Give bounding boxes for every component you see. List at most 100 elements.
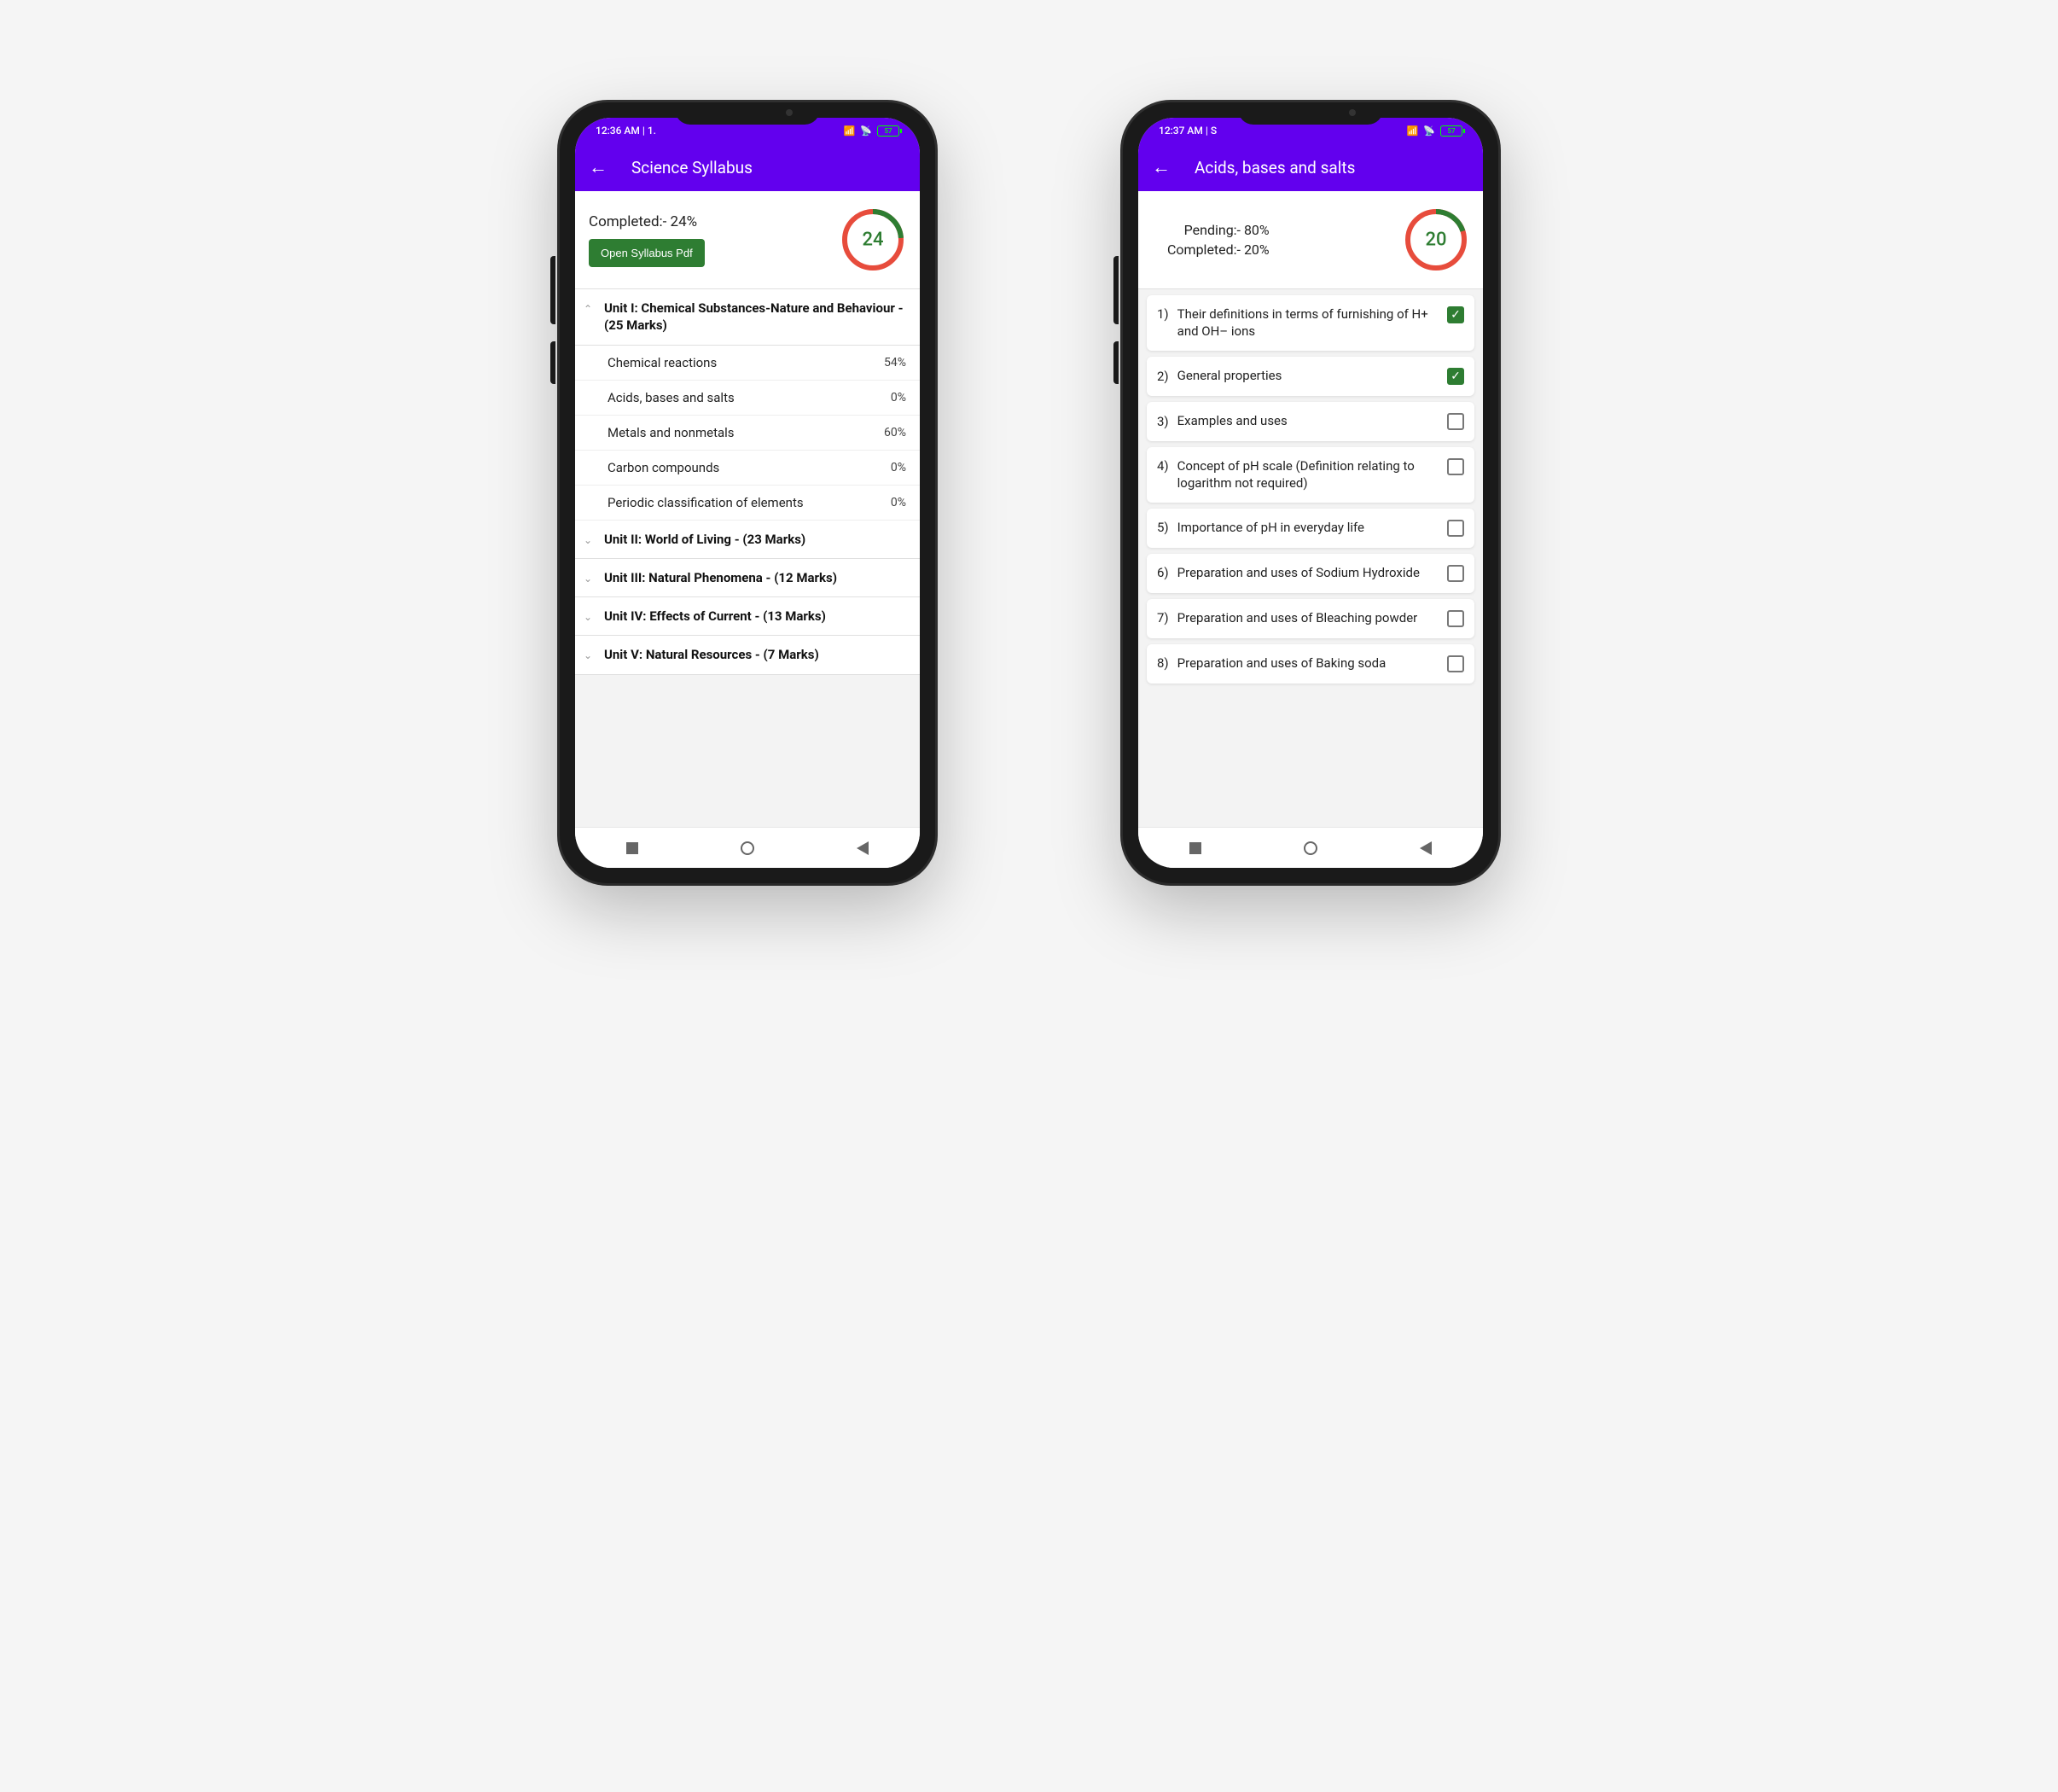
phone-notch (1238, 102, 1383, 125)
topic-checkbox[interactable] (1447, 610, 1464, 627)
topic-checkbox[interactable]: ✓ (1447, 306, 1464, 323)
progress-value: 20 (1425, 230, 1446, 251)
topic-checkbox[interactable]: ✓ (1447, 368, 1464, 385)
topic-card[interactable]: 3) Examples and uses (1147, 402, 1474, 441)
topic-card[interactable]: 5) Importance of pH in everyday life (1147, 509, 1474, 548)
app-title: Acids, bases and salts (1195, 158, 1355, 177)
sub-row[interactable]: Metals and nonmetals 60% (575, 416, 920, 451)
chevron-down-icon: ⌄ (584, 611, 592, 623)
completed-label: Completed:- 20% (1167, 240, 1270, 259)
topic-card[interactable]: 6) Preparation and uses of Sodium Hydroxi… (1147, 554, 1474, 593)
topic-number: 6) (1157, 565, 1169, 580)
topic-text: General properties (1177, 368, 1439, 385)
sub-name: Periodic classification of elements (608, 495, 804, 510)
back-button[interactable]: ← (589, 156, 608, 178)
status-icons-group: 📶 📡 57 (844, 125, 899, 137)
app-title: Science Syllabus (631, 158, 753, 177)
topic-checkbox[interactable] (1447, 565, 1464, 582)
unit-row-4[interactable]: ⌄ Unit IV: Effects of Current - (13 Mark… (575, 597, 920, 636)
unit-title: Unit II: World of Living - (23 Marks) (604, 531, 908, 548)
phone-notch (675, 102, 820, 125)
topic-number: 2) (1157, 369, 1169, 384)
sub-name: Carbon compounds (608, 460, 719, 475)
sub-row[interactable]: Acids, bases and salts 0% (575, 381, 920, 416)
topic-text: Concept of pH scale (Definition relating… (1177, 458, 1439, 492)
sub-row[interactable]: Chemical reactions 54% (575, 346, 920, 381)
topic-checkbox[interactable] (1447, 413, 1464, 430)
unit-row-3[interactable]: ⌄ Unit III: Natural Phenomena - (12 Mark… (575, 559, 920, 597)
sub-name: Acids, bases and salts (608, 390, 735, 405)
unit-row-2[interactable]: ⌄ Unit II: World of Living - (23 Marks) (575, 521, 920, 559)
summary-labels: Pending:- 80% Completed:- 20% (1167, 220, 1270, 259)
sub-name: Chemical reactions (608, 355, 717, 370)
app-bar: ← Science Syllabus (575, 143, 920, 191)
open-syllabus-button[interactable]: Open Syllabus Pdf (589, 239, 705, 267)
app-bar: ← Acids, bases and salts (1138, 143, 1483, 191)
topic-number: 7) (1157, 610, 1169, 625)
nav-back-button[interactable] (857, 841, 869, 855)
sub-pct: 0% (891, 496, 906, 509)
phone-screen: 12:36 AM | 1. 📶 📡 57 ← Science Syllabus … (575, 118, 920, 868)
back-button[interactable]: ← (1152, 156, 1171, 178)
topic-number: 8) (1157, 655, 1169, 671)
topic-card[interactable]: 2) General properties ✓ (1147, 357, 1474, 396)
status-time: 12:36 AM | 1. (596, 125, 656, 137)
sub-pct: 54% (884, 356, 906, 369)
topic-text: Their definitions in terms of furnishing… (1177, 306, 1439, 340)
signal-icon: 📶 (844, 125, 856, 137)
unit-title: Unit IV: Effects of Current - (13 Marks) (604, 608, 908, 625)
summary-left: Completed:- 24% Open Syllabus Pdf (589, 213, 705, 267)
content-area[interactable]: Completed:- 24% Open Syllabus Pdf 24 ⌃ U… (575, 191, 920, 827)
nav-back-button[interactable] (1420, 841, 1432, 855)
unit-row-5[interactable]: ⌄ Unit V: Natural Resources - (7 Marks) (575, 636, 920, 674)
topic-text: Importance of pH in everyday life (1177, 520, 1439, 537)
status-time: 12:37 AM | S (1159, 125, 1217, 137)
pending-label: Pending:- 80% (1167, 220, 1270, 240)
topic-text: Preparation and uses of Bleaching powder (1177, 610, 1439, 627)
topic-text: Examples and uses (1177, 413, 1439, 430)
chevron-down-icon: ⌄ (584, 534, 592, 546)
unit-title: Unit V: Natural Resources - (7 Marks) (604, 646, 908, 663)
nav-recent-button[interactable] (1189, 842, 1201, 854)
android-nav-bar (575, 827, 920, 868)
unit-title: Unit III: Natural Phenomena - (12 Marks) (604, 569, 908, 586)
chevron-up-icon: ⌃ (584, 303, 592, 315)
topic-card[interactable]: 1) Their definitions in terms of furnishi… (1147, 295, 1474, 351)
topic-checkbox[interactable] (1447, 655, 1464, 672)
progress-value: 24 (862, 230, 883, 251)
progress-ring: 20 (1403, 207, 1469, 273)
sub-pct: 0% (891, 461, 906, 474)
status-icons-group: 📶 📡 57 (1407, 125, 1462, 137)
sub-row[interactable]: Periodic classification of elements 0% (575, 486, 920, 521)
phone-frame-syllabus: 12:36 AM | 1. 📶 📡 57 ← Science Syllabus … (560, 102, 935, 883)
battery-icon: 57 (877, 125, 899, 137)
topic-checkbox[interactable] (1447, 520, 1464, 537)
topic-card[interactable]: 8)Preparation and uses of Baking soda (1147, 644, 1474, 684)
topic-card[interactable]: 7) Preparation and uses of Bleaching powd… (1147, 599, 1474, 638)
chevron-down-icon: ⌄ (584, 573, 592, 585)
topic-number: 1) (1157, 306, 1169, 322)
wifi-icon: 📡 (860, 125, 872, 137)
topic-card[interactable]: 4) Concept of pH scale (Definition relati… (1147, 447, 1474, 503)
topic-text: Preparation and uses of Sodium Hydroxide (1177, 565, 1439, 582)
progress-ring: 24 (840, 207, 906, 273)
sub-row[interactable]: Carbon compounds 0% (575, 451, 920, 486)
sub-pct: 60% (884, 426, 906, 439)
content-area[interactable]: Pending:- 80% Completed:- 20% 20 1) Their… (1138, 191, 1483, 827)
summary-card: Completed:- 24% Open Syllabus Pdf 24 (575, 191, 920, 289)
battery-icon: 57 (1440, 125, 1462, 137)
signal-icon: 📶 (1407, 125, 1419, 137)
topic-number: 3) (1157, 414, 1169, 429)
summary-card: Pending:- 80% Completed:- 20% 20 (1138, 191, 1483, 289)
sub-pct: 0% (891, 391, 906, 404)
topic-number: 4) (1157, 458, 1169, 474)
topic-checkbox[interactable] (1447, 458, 1464, 475)
topic-number: 5) (1157, 520, 1169, 535)
nav-home-button[interactable] (1304, 841, 1317, 855)
nav-recent-button[interactable] (626, 842, 638, 854)
completed-label: Completed:- 24% (589, 213, 705, 230)
nav-home-button[interactable] (741, 841, 754, 855)
unit-row-1[interactable]: ⌃ Unit I: Chemical Substances-Nature and… (575, 289, 920, 346)
unit-title: Unit I: Chemical Substances-Nature and B… (604, 300, 908, 335)
wifi-icon: 📡 (1423, 125, 1435, 137)
